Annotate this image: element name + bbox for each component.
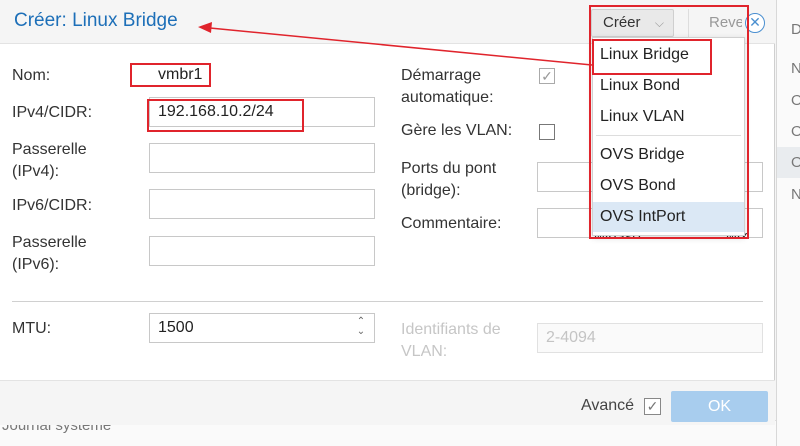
annotation-arrow	[198, 22, 593, 66]
